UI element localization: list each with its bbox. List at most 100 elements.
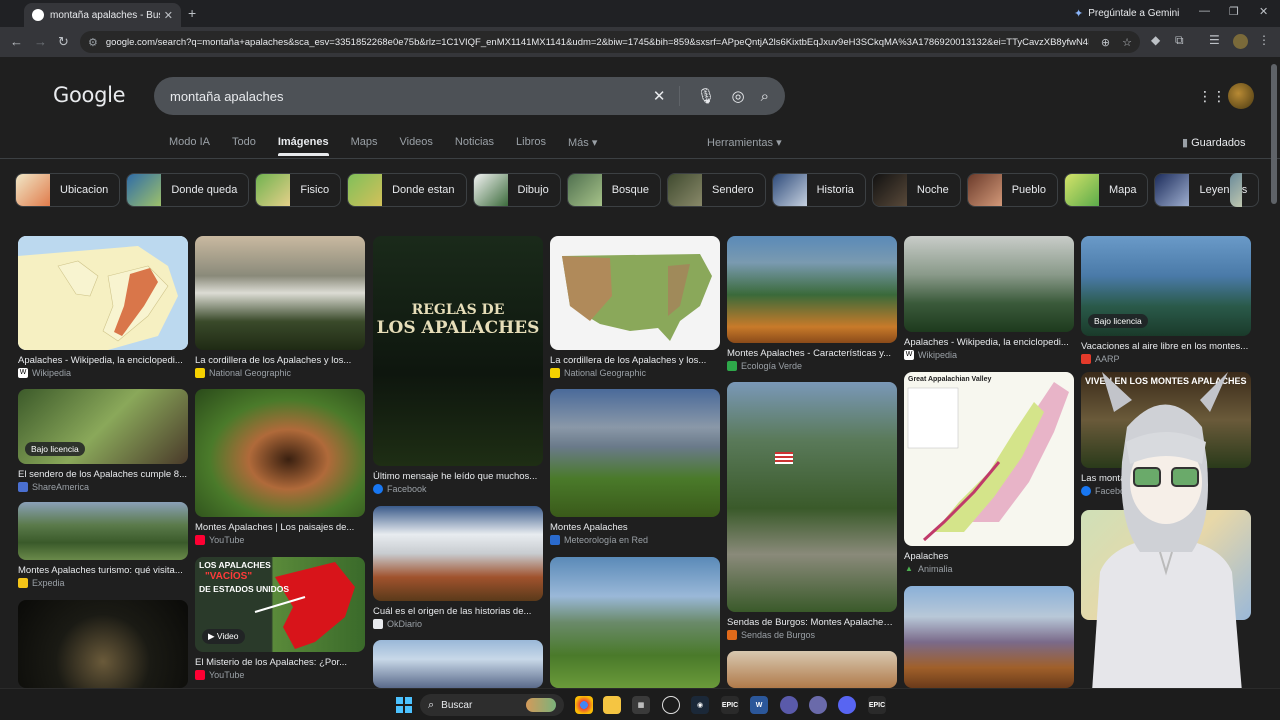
chip-fisico[interactable]: Fisico (255, 173, 342, 207)
tools-button[interactable]: Herramientas ▾ (707, 136, 782, 149)
result-caption[interactable]: Último mensaje he leído que muchos... (373, 471, 543, 482)
bookmark-star-icon[interactable]: ☆ (1122, 36, 1132, 49)
result-card[interactable]: Montes Apalaches turismo: qué visita... … (18, 502, 188, 588)
address-url[interactable]: google.com/search?q=montaña+apalaches&sc… (106, 37, 1089, 48)
result-card[interactable]: Sendas de Burgos: Montes Apalaches:... S… (727, 382, 897, 640)
reload-icon[interactable]: ↻ (58, 34, 69, 50)
tab-maps[interactable]: Maps (351, 136, 378, 149)
search-input[interactable]: montaña apalaches (170, 89, 637, 104)
chrome-icon[interactable] (575, 696, 593, 714)
file-explorer-icon[interactable] (603, 696, 621, 714)
result-caption[interactable]: Montes Apalaches turismo: qué visita... (18, 565, 188, 576)
result-image[interactable] (727, 651, 897, 688)
result-caption[interactable]: La cordillera de los Apalaches y los... (550, 355, 720, 366)
page-scrollbar[interactable] (1270, 60, 1278, 688)
chip-dibujo[interactable]: Dibujo (472, 173, 561, 207)
result-image[interactable]: LOS APALACHES "VACÍOS" DE ESTADOS UNIDOS… (195, 557, 365, 652)
result-caption[interactable]: Montes Apalaches (550, 522, 720, 533)
close-tab-icon[interactable]: ✕ (164, 9, 173, 22)
result-caption[interactable]: Apalaches (904, 551, 1074, 562)
address-bar[interactable]: ⚙ google.com/search?q=montaña+apalaches&… (80, 31, 1140, 53)
result-card[interactable] (904, 586, 1074, 688)
back-icon[interactable]: ← (10, 34, 23, 49)
word-icon[interactable]: W (750, 696, 768, 714)
scrollbar-thumb[interactable] (1271, 64, 1277, 204)
camera-search-icon[interactable]: ◎ (732, 87, 745, 105)
chip-pueblo[interactable]: Pueblo (966, 173, 1058, 207)
chip-donde-estan[interactable]: Donde estan (347, 173, 467, 207)
result-card[interactable]: Apalaches - Wikipedia, la enciclopedi...… (904, 236, 1074, 360)
browser-profile-avatar[interactable] (1233, 34, 1248, 49)
chip-bosque[interactable]: Bosque (566, 173, 661, 207)
saved-button[interactable]: ▮ Guardados (1182, 136, 1246, 149)
chip-donde-queda[interactable]: Donde queda (126, 173, 250, 207)
epic-launcher-icon[interactable]: EPIC (868, 696, 886, 714)
tab-todo[interactable]: Todo (232, 136, 256, 149)
tab-imagenes[interactable]: Imágenes (277, 136, 329, 156)
result-caption[interactable]: Apalaches - Wikipedia, la enciclopedi... (18, 355, 188, 366)
result-card[interactable]: La cordillera de los Apalaches y los... … (550, 236, 720, 378)
result-card[interactable]: Cuál es el origen de las historias de...… (373, 506, 543, 629)
github-icon[interactable] (662, 696, 680, 714)
chip-ubicacion[interactable]: Ubicacion (15, 173, 121, 207)
result-image[interactable]: Bajo licencia (18, 389, 188, 464)
result-image[interactable] (195, 236, 365, 350)
chip-noche[interactable]: Noche (871, 173, 961, 207)
result-image[interactable]: Bajo licencia (1081, 236, 1251, 336)
result-image[interactable] (550, 389, 720, 517)
result-image[interactable] (550, 557, 720, 688)
result-image[interactable] (373, 506, 543, 601)
google-logo[interactable]: Google (53, 83, 126, 107)
maximize-icon[interactable]: ❐ (1229, 5, 1239, 18)
result-card[interactable]: Bajo licencia Vacaciones al aire libre e… (1081, 236, 1251, 364)
close-window-icon[interactable]: ✕ (1259, 5, 1268, 18)
forward-icon[interactable]: → (34, 34, 47, 49)
extension-icon[interactable]: ◆ (1151, 33, 1160, 47)
windows-start-icon[interactable] (396, 697, 412, 713)
result-caption[interactable]: Sendas de Burgos: Montes Apalaches:... (727, 617, 897, 628)
result-image[interactable]: Great Appalachian Valley (904, 372, 1074, 546)
clear-search-icon[interactable]: ✕ (653, 87, 666, 105)
result-caption[interactable]: Vacaciones al aire libre en los montes..… (1081, 341, 1251, 352)
app-icon[interactable] (780, 696, 798, 714)
extensions-puzzle-icon[interactable]: ⧉ (1175, 33, 1184, 48)
browser-menu-icon[interactable]: ⋮ (1258, 33, 1270, 47)
result-card[interactable]: Apalaches - Wikipedia, la enciclopedi...… (18, 236, 188, 378)
store-icon[interactable]: ▦ (632, 696, 650, 714)
gemini-button[interactable]: ✦ Pregúntale a Gemini (1074, 7, 1179, 20)
result-card[interactable] (18, 600, 188, 688)
result-card[interactable]: REGLAS DE LOS APALACHES Último mensaje h… (373, 236, 543, 494)
taskbar-search[interactable]: ⌕ Buscar (420, 694, 564, 716)
result-image[interactable] (195, 389, 365, 517)
chip-historia[interactable]: Historia (771, 173, 866, 207)
result-card[interactable] (550, 557, 720, 688)
chip-sendero[interactable]: Sendero (667, 173, 766, 207)
new-tab-icon[interactable]: + (188, 5, 196, 21)
minimize-icon[interactable]: — (1199, 5, 1210, 17)
result-image[interactable]: REGLAS DE LOS APALACHES (373, 236, 543, 466)
zoom-icon[interactable]: ⊕ (1101, 36, 1110, 49)
result-caption[interactable]: El Misterio de los Apalaches: ¿Por... (195, 657, 365, 668)
result-caption[interactable]: Montes Apalaches | Los paisajes de... (195, 522, 365, 533)
tab-mas[interactable]: Más ▾ (568, 136, 597, 149)
tab-videos[interactable]: Videos (399, 136, 432, 149)
discord-icon[interactable] (838, 696, 856, 714)
account-avatar[interactable] (1228, 83, 1254, 109)
result-image[interactable] (727, 236, 897, 343)
result-card[interactable]: Montes Apalaches - Características y... … (727, 236, 897, 371)
result-card[interactable]: LOS APALACHES "VACÍOS" DE ESTADOS UNIDOS… (195, 557, 365, 680)
result-image[interactable] (727, 382, 897, 612)
search-box[interactable]: montaña apalaches ✕ 🎙 ◎ ⌕ (154, 77, 785, 115)
result-image[interactable] (18, 600, 188, 688)
result-image[interactable] (18, 502, 188, 560)
tab-noticias[interactable]: Noticias (455, 136, 494, 149)
tab-libros[interactable]: Libros (516, 136, 546, 149)
result-image[interactable] (18, 236, 188, 350)
result-image[interactable] (373, 640, 543, 688)
result-card[interactable] (373, 640, 543, 688)
steam-icon[interactable]: ◉ (691, 696, 709, 714)
result-card[interactable]: La cordillera de los Apalaches y los... … (195, 236, 365, 378)
result-caption[interactable]: Apalaches - Wikipedia, la enciclopedi... (904, 337, 1074, 348)
result-card[interactable]: Bajo licencia El sendero de los Apalache… (18, 389, 188, 492)
reading-list-icon[interactable]: ☰ (1209, 33, 1220, 47)
